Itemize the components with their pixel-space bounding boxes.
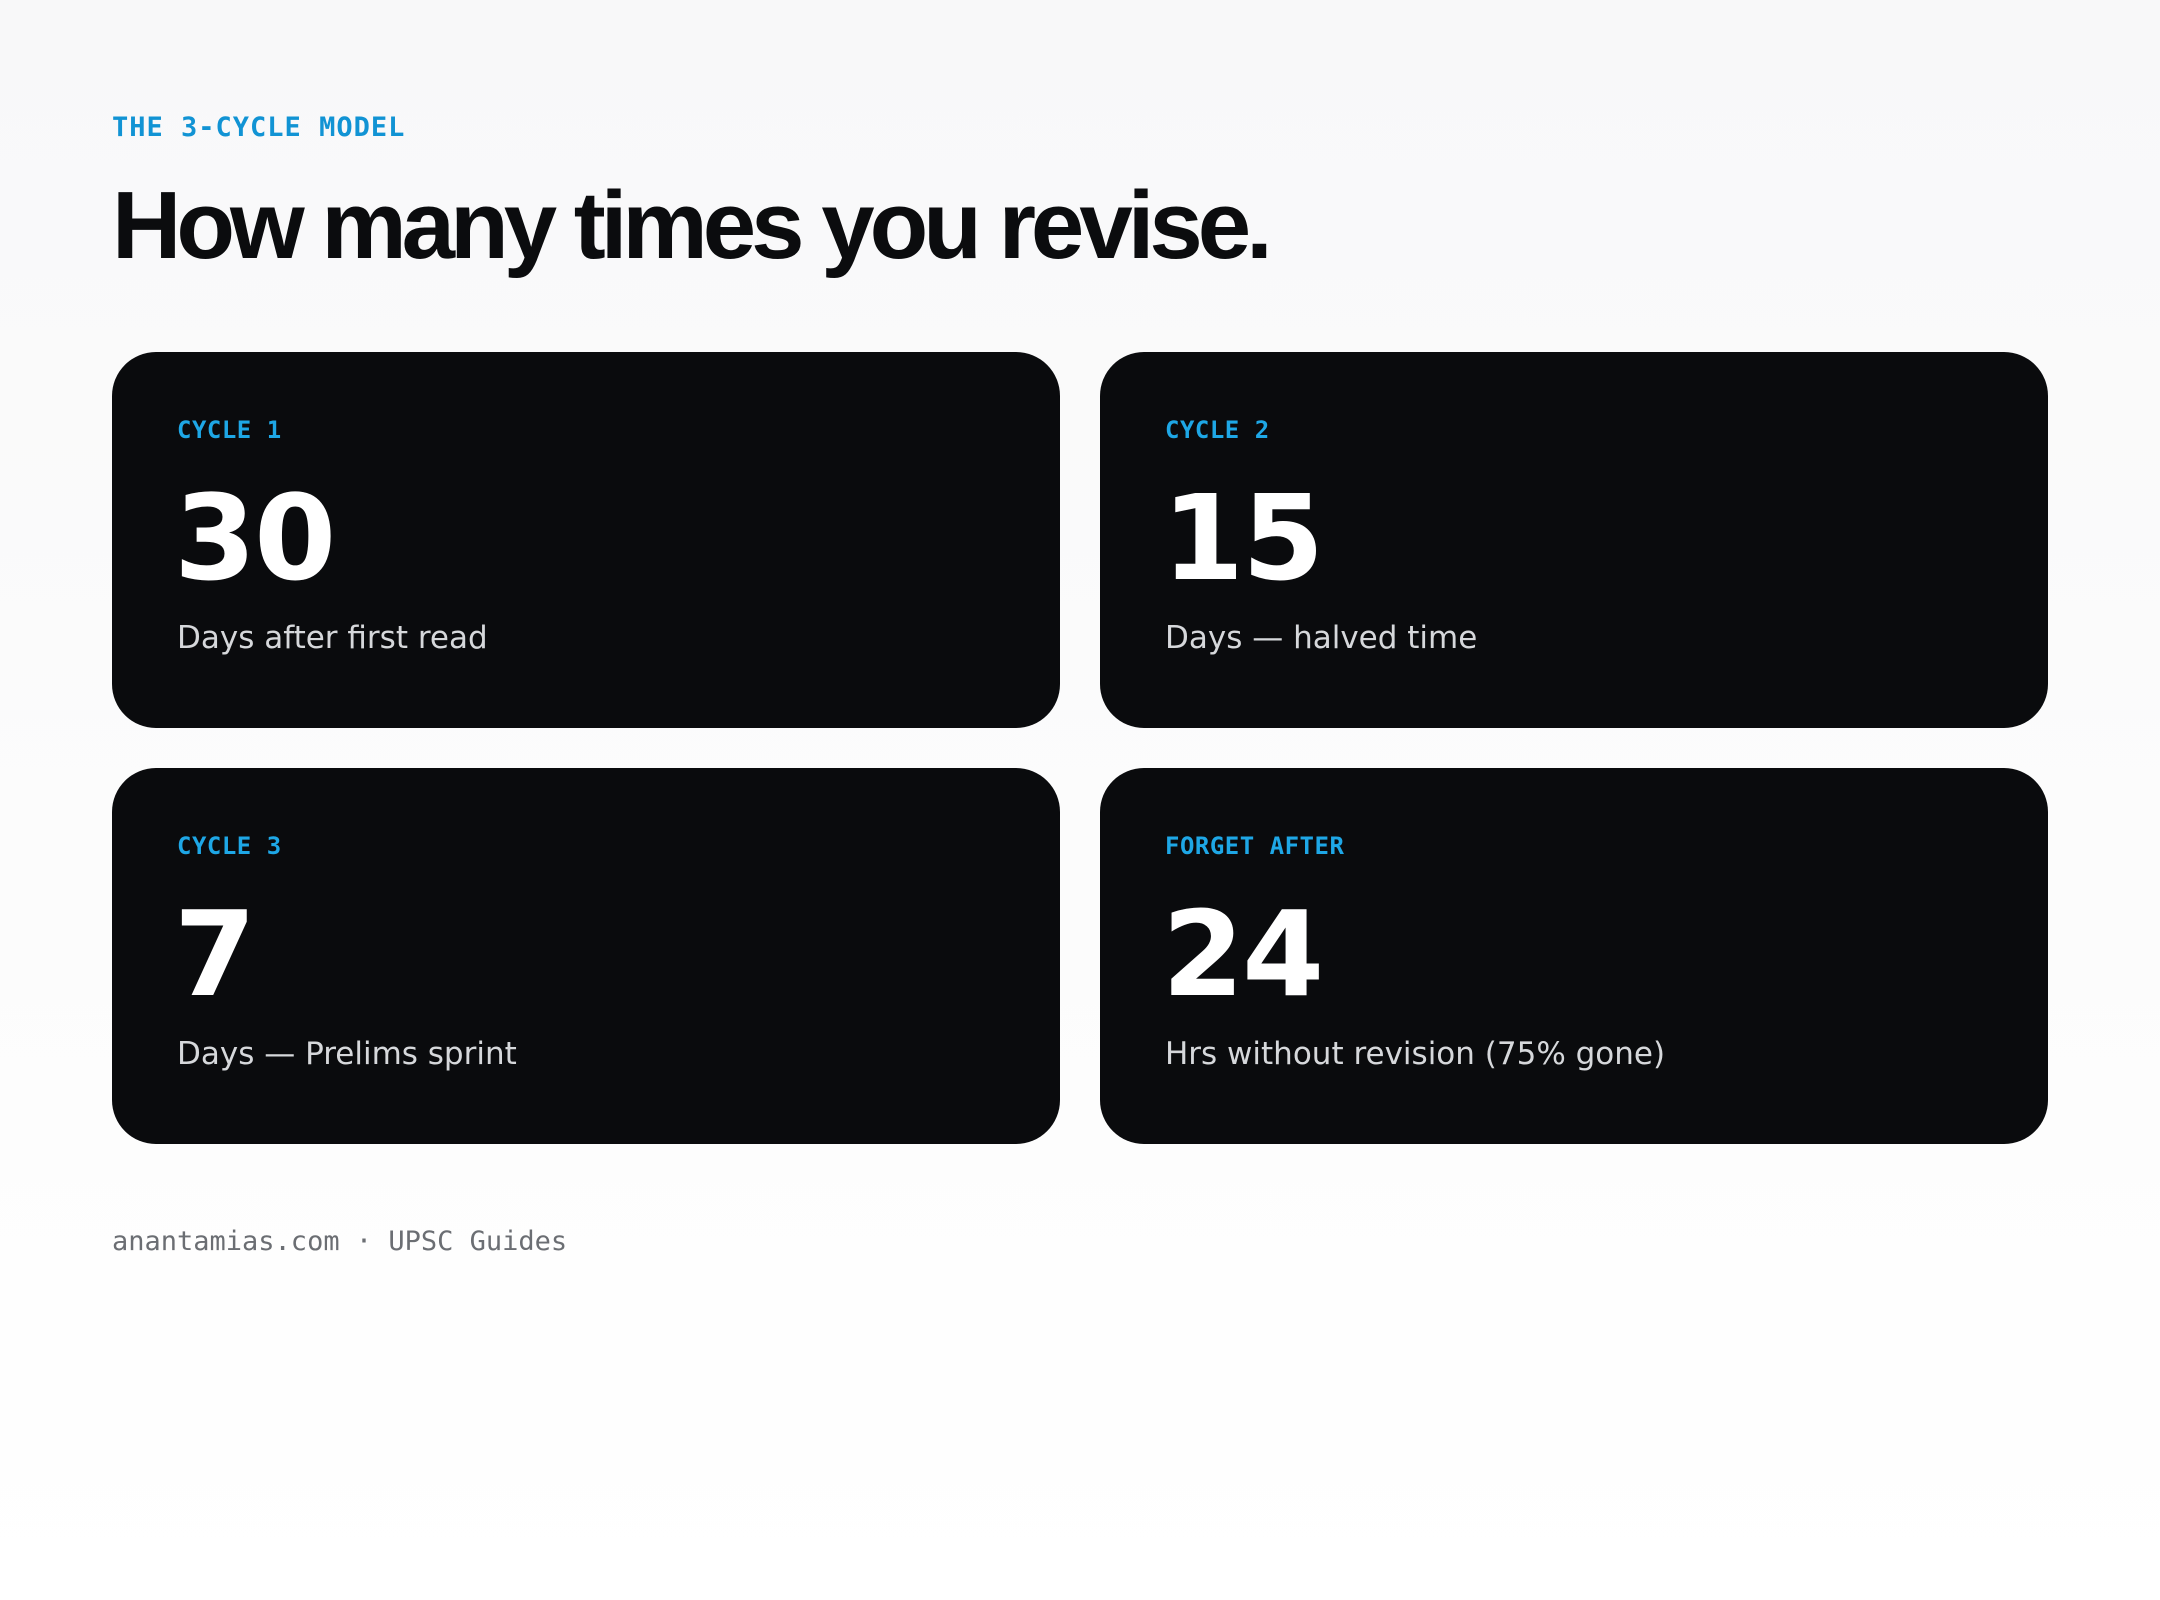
stat-card-forget-after: FORGET AFTER 24 Hrs without revision (75… <box>1100 768 2048 1144</box>
stat-card-cycle-1: CYCLE 1 30 Days after first read <box>112 352 1060 728</box>
page: { "header": { "eyebrow": "THE 3-CYCLE MO… <box>0 0 2160 1600</box>
page-title: How many times you revise. <box>112 172 1273 279</box>
stat-card-label: CYCLE 1 <box>177 416 282 444</box>
footer-separator: · <box>355 1226 373 1257</box>
stat-card-value: 30 <box>174 469 336 607</box>
stat-card-cycle-2: CYCLE 2 15 Days — halved time <box>1100 352 2048 728</box>
section-eyebrow: THE 3-CYCLE MODEL <box>112 112 406 143</box>
stat-card-caption: Hrs without revision (75% gone) <box>1165 1036 1666 1072</box>
stat-card-value: 24 <box>1162 885 1324 1023</box>
stats-grid: CYCLE 1 30 Days after first read CYCLE 2… <box>112 352 2048 1144</box>
footer: anantamias.com · UPSC Guides <box>112 1226 567 1257</box>
stat-card-caption: Days after first read <box>177 620 488 656</box>
stat-card-caption: Days — halved time <box>1165 620 1478 656</box>
stat-card-caption: Days — Prelims sprint <box>177 1036 517 1072</box>
stat-card-value: 7 <box>174 885 256 1023</box>
stat-card-label: FORGET AFTER <box>1165 832 1345 860</box>
footer-site-link[interactable]: anantamias.com <box>112 1226 340 1257</box>
stat-card-label: CYCLE 3 <box>177 832 282 860</box>
stat-card-value: 15 <box>1162 469 1324 607</box>
stat-card-cycle-3: CYCLE 3 7 Days — Prelims sprint <box>112 768 1060 1144</box>
footer-section-link[interactable]: UPSC Guides <box>388 1226 567 1257</box>
stat-card-label: CYCLE 2 <box>1165 416 1270 444</box>
